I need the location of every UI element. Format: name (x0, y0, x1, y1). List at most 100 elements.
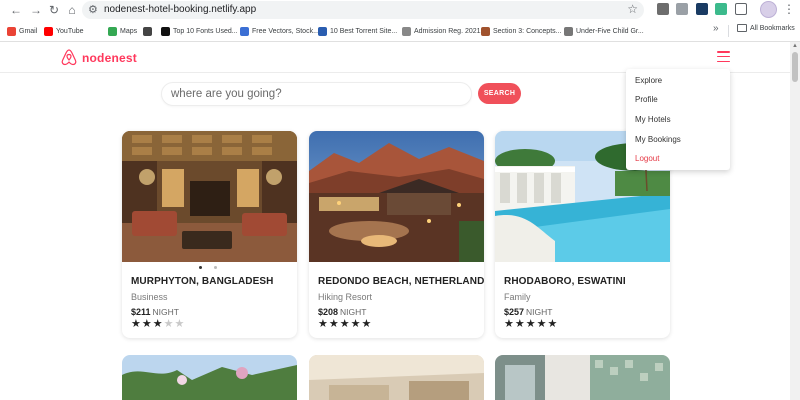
search-input[interactable] (161, 82, 472, 106)
bookmark-favicon-icon (564, 26, 573, 36)
all-bookmarks-button[interactable]: All Bookmarks (737, 24, 795, 32)
hotel-name: REDONDO BEACH, NETHERLANDS (318, 276, 484, 287)
price-unit: NIGHT (152, 307, 179, 317)
hotel-price: $257 NIGHT (504, 307, 552, 317)
hotel-photo (495, 355, 670, 400)
scroll-thumb[interactable] (792, 52, 798, 82)
url-text[interactable]: nodenest-hotel-booking.netlify.app (104, 4, 256, 15)
carousel-dot[interactable] (214, 266, 217, 269)
browser-menu-icon[interactable]: ⋮ (783, 2, 795, 16)
search-button[interactable]: SEARCH (478, 83, 521, 104)
bookmark-item[interactable]: 10 Best Torrent Site... (318, 24, 397, 38)
bookmarks-divider (728, 25, 729, 37)
bookmark-favicon-icon (44, 26, 53, 36)
menu-item-my-hotels[interactable]: My Hotels (635, 115, 671, 124)
star-filled-icon: ★ (350, 318, 362, 330)
bookmarks-bar: Gmail YouTube Maps Top 10 Fonts Used... Free… (0, 21, 800, 41)
bookmark-favicon-icon (481, 26, 490, 36)
bookmark-favicon-icon (143, 26, 152, 36)
hotel-category: Hiking Resort (318, 292, 373, 302)
star-filled-icon: ★ (525, 318, 537, 330)
star-rating: ★★★★★ (131, 317, 185, 330)
star-rating: ★★★★★ (318, 317, 372, 330)
page-scrollbar[interactable]: ▲ (790, 42, 800, 400)
bookmark-item[interactable] (143, 24, 155, 38)
bookmark-favicon-icon (7, 26, 16, 36)
scroll-up-icon[interactable]: ▲ (792, 43, 798, 49)
bookmark-label: Under-Five Child Gr... (576, 27, 644, 35)
star-filled-icon: ★ (547, 318, 559, 330)
hotel-photo (122, 131, 297, 262)
bookmark-label: Top 10 Fonts Used... (173, 27, 238, 35)
menu-item-my-bookings[interactable]: My Bookings (635, 135, 681, 144)
star-filled-icon: ★ (504, 318, 515, 330)
hotel-category: Family (504, 292, 531, 302)
more-bookmarks-icon[interactable]: » (713, 23, 719, 34)
bookmark-item[interactable]: Section 3: Concepts... (481, 24, 561, 38)
bookmark-favicon-icon (402, 26, 411, 36)
site-info-icon[interactable]: ⚙ (88, 3, 98, 16)
bookmark-label: Gmail (19, 27, 38, 35)
bookmark-item[interactable]: Under-Five Child Gr... (564, 24, 644, 38)
price-value: $208 (318, 307, 339, 317)
address-bar[interactable]: ⚙ nodenest-hotel-booking.netlify.app ☆ (82, 1, 644, 19)
star-filled-icon: ★ (361, 318, 373, 330)
hotel-card[interactable]: REDONDO BEACH, NETHERLANDS Hiking Resort… (309, 131, 484, 338)
carousel-dots (199, 266, 217, 269)
star-filled-icon: ★ (339, 318, 351, 330)
logo[interactable]: nodenest (61, 49, 137, 66)
hotel-card[interactable]: MURPHYTON, BANGLADESH Business $211 NIGHT… (122, 131, 297, 338)
bookmark-label: Section 3: Concepts... (493, 27, 562, 35)
price-unit: NIGHT (526, 307, 553, 317)
bookmark-label: Free Vectors, Stock... (252, 27, 319, 35)
hotel-name: RHODABORO, ESWATINI (504, 276, 626, 287)
profile-avatar[interactable] (760, 1, 777, 18)
bookmark-item[interactable]: Maps (108, 24, 137, 38)
star-filled-icon: ★ (536, 318, 548, 330)
bookmark-item[interactable]: Free Vectors, Stock... (240, 24, 319, 38)
extension-icon[interactable] (657, 3, 669, 15)
extensions-puzzle-icon[interactable] (735, 3, 747, 15)
menu-item-profile[interactable]: Profile (635, 95, 658, 104)
logo-text: nodenest (82, 50, 137, 65)
extension-icon[interactable] (696, 3, 708, 15)
bookmark-favicon-icon (318, 26, 327, 36)
hotel-card[interactable] (309, 355, 484, 400)
home-icon[interactable]: ⌂ (64, 2, 80, 18)
bookmark-item[interactable]: Gmail (7, 24, 37, 38)
star-filled-icon: ★ (152, 318, 164, 330)
carousel-dot-active[interactable] (199, 266, 202, 269)
price-unit: NIGHT (340, 307, 367, 317)
star-rating: ★★★★★ (504, 317, 558, 330)
star-filled-icon: ★ (131, 318, 142, 330)
star-filled-icon: ★ (514, 318, 526, 330)
menu-item-logout[interactable]: Logout (635, 154, 659, 163)
airbnb-logo-icon (61, 49, 77, 66)
hotel-card[interactable] (495, 355, 670, 400)
bookmark-item[interactable]: Admission Reg. 2021 (402, 24, 481, 38)
bookmark-star-icon[interactable]: ☆ (627, 2, 638, 16)
star-filled-icon: ★ (318, 318, 329, 330)
hotel-photo (122, 355, 297, 400)
bookmark-item[interactable]: Top 10 Fonts Used... (161, 24, 238, 38)
forward-icon[interactable]: → (28, 2, 44, 18)
reload-icon[interactable]: ↻ (46, 2, 62, 18)
all-bookmarks-label: All Bookmarks (750, 24, 795, 32)
bookmark-label: 10 Best Torrent Site... (330, 27, 398, 35)
menu-item-explore[interactable]: Explore (635, 76, 662, 85)
star-empty-icon: ★ (163, 318, 175, 330)
folder-icon (737, 24, 747, 32)
camera-extension-icon[interactable] (676, 3, 688, 15)
hotel-card[interactable] (122, 355, 297, 400)
hotel-name: MURPHYTON, BANGLADESH (131, 276, 274, 287)
star-empty-icon: ★ (174, 318, 186, 330)
extension-icon[interactable] (715, 3, 727, 15)
hotel-category: Business (131, 292, 168, 302)
bookmark-item[interactable]: YouTube (44, 24, 84, 38)
hamburger-menu-icon[interactable] (717, 51, 730, 62)
bookmark-label: YouTube (56, 27, 84, 35)
back-icon[interactable]: ← (8, 2, 24, 18)
hotel-photo (309, 355, 484, 400)
bookmark-favicon-icon (161, 26, 170, 36)
browser-chrome: ← → ↻ ⌂ ⚙ nodenest-hotel-booking.netlify… (0, 0, 800, 42)
